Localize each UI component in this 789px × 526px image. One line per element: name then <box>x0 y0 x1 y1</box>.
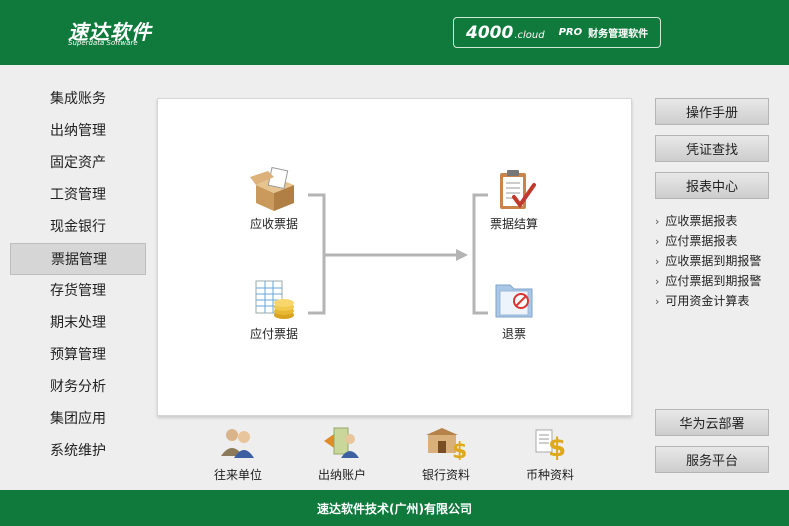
report-center-button[interactable]: 报表中心 <box>655 172 769 199</box>
receivable-bill-label: 应收票据 <box>249 217 298 231</box>
logo-subtitle: Superdata Software <box>68 39 138 47</box>
account-user-icon <box>324 427 359 458</box>
bill-settlement-node[interactable]: 票据结算 <box>474 167 554 232</box>
manual-button[interactable]: 操作手册 <box>655 98 769 125</box>
currency-shortcut[interactable]: $ 币种资料 <box>515 424 585 483</box>
open-box-icon <box>250 167 294 211</box>
sidebar-item-inventory[interactable]: 存货管理 <box>10 275 146 307</box>
sidebar-item-fixed-assets[interactable]: 固定资产 <box>10 147 146 179</box>
flow-connectors <box>308 193 488 315</box>
footer-bar: 速达软件技术(广州)有限公司 <box>0 490 789 526</box>
sidebar-menu: 集成账务 出纳管理 固定资产 工资管理 现金银行 票据管理 存货管理 期末处理 … <box>10 83 146 467</box>
sidebar-item-cash-bank[interactable]: 现金银行 <box>10 211 146 243</box>
product-badge: 4000 .cloud PRO 财务管理软件 <box>453 17 661 48</box>
cashier-account-label: 出纳账户 <box>317 468 366 482</box>
bank-shortcut[interactable]: $ 银行资料 <box>411 424 481 483</box>
sidebar-item-period-end[interactable]: 期末处理 <box>10 307 146 339</box>
header-bar: 速达软件 Superdata Software 4000 .cloud PRO … <box>0 0 789 65</box>
chevron-right-icon: › <box>655 235 660 248</box>
sidebar-item-maintenance[interactable]: 系统维护 <box>10 435 146 467</box>
bill-flow-panel: 应收票据 应付票据 票据结算 退票 <box>157 98 632 416</box>
bill-refund-label: 退票 <box>501 327 526 341</box>
chevron-right-icon: › <box>655 275 660 288</box>
service-platform-button[interactable]: 服务平台 <box>655 446 769 473</box>
report-link-receivable-alert[interactable]: › 应收票据到期报警 <box>655 251 785 271</box>
payable-bill-label: 应付票据 <box>249 327 298 341</box>
report-list: › 应收票据报表 › 应付票据报表 › 应收票据到期报警 › 应付票据到期报警 › 可用资… <box>655 211 785 311</box>
bank-label: 银行资料 <box>421 468 470 482</box>
report-link-available-funds[interactable]: › 可用资金计算表 <box>655 291 785 311</box>
sidebar-item-group[interactable]: 集团应用 <box>10 403 146 435</box>
chevron-right-icon: › <box>655 255 660 268</box>
huawei-cloud-button[interactable]: 华为云部署 <box>655 409 769 436</box>
sidebar-item-cashier[interactable]: 出纳管理 <box>10 115 146 147</box>
people-icon <box>221 429 254 458</box>
sidebar-item-ledger[interactable]: 集成账务 <box>10 83 146 115</box>
spreadsheet-coins-icon <box>255 280 294 319</box>
product-cloud: .cloud <box>514 29 545 41</box>
cashier-account-shortcut[interactable]: 出纳账户 <box>307 424 377 483</box>
bank-money-icon: $ <box>426 428 467 464</box>
bill-refund-node[interactable]: 退票 <box>474 277 554 342</box>
chevron-right-icon: › <box>655 215 660 228</box>
report-link-payable[interactable]: › 应付票据报表 <box>655 231 785 251</box>
product-version: 4000 <box>466 22 514 43</box>
currency-label: 币种资料 <box>525 468 574 482</box>
bill-settlement-label: 票据结算 <box>489 217 538 231</box>
partners-label: 往来单位 <box>213 468 262 482</box>
report-link-receivable[interactable]: › 应收票据报表 <box>655 211 785 231</box>
voucher-search-button[interactable]: 凭证查找 <box>655 135 769 162</box>
report-link-payable-alert[interactable]: › 应付票据到期报警 <box>655 271 785 291</box>
sidebar-item-analysis[interactable]: 财务分析 <box>10 371 146 403</box>
chevron-right-icon: › <box>655 295 660 308</box>
receivable-bill-node[interactable]: 应收票据 <box>234 167 314 232</box>
sidebar-item-bills[interactable]: 票据管理 <box>10 243 146 275</box>
partners-shortcut[interactable]: 往来单位 <box>203 424 273 483</box>
company-name: 速达软件技术(广州)有限公司 <box>317 501 472 516</box>
product-edition: PRO <box>558 27 583 38</box>
svg-text:$: $ <box>548 433 566 460</box>
folder-cancel-icon <box>495 284 533 318</box>
sidebar-item-payroll[interactable]: 工资管理 <box>10 179 146 211</box>
product-name: 财务管理软件 <box>588 29 649 40</box>
sidebar-item-budget[interactable]: 预算管理 <box>10 339 146 371</box>
clipboard-check-icon <box>500 170 536 209</box>
payable-bill-node[interactable]: 应付票据 <box>234 277 314 342</box>
svg-text:$: $ <box>452 439 466 460</box>
currency-icon: $ <box>535 429 566 463</box>
bottom-shortcuts: 往来单位 出纳账户 $ 银行资料 $ 币种资料 <box>157 424 632 483</box>
